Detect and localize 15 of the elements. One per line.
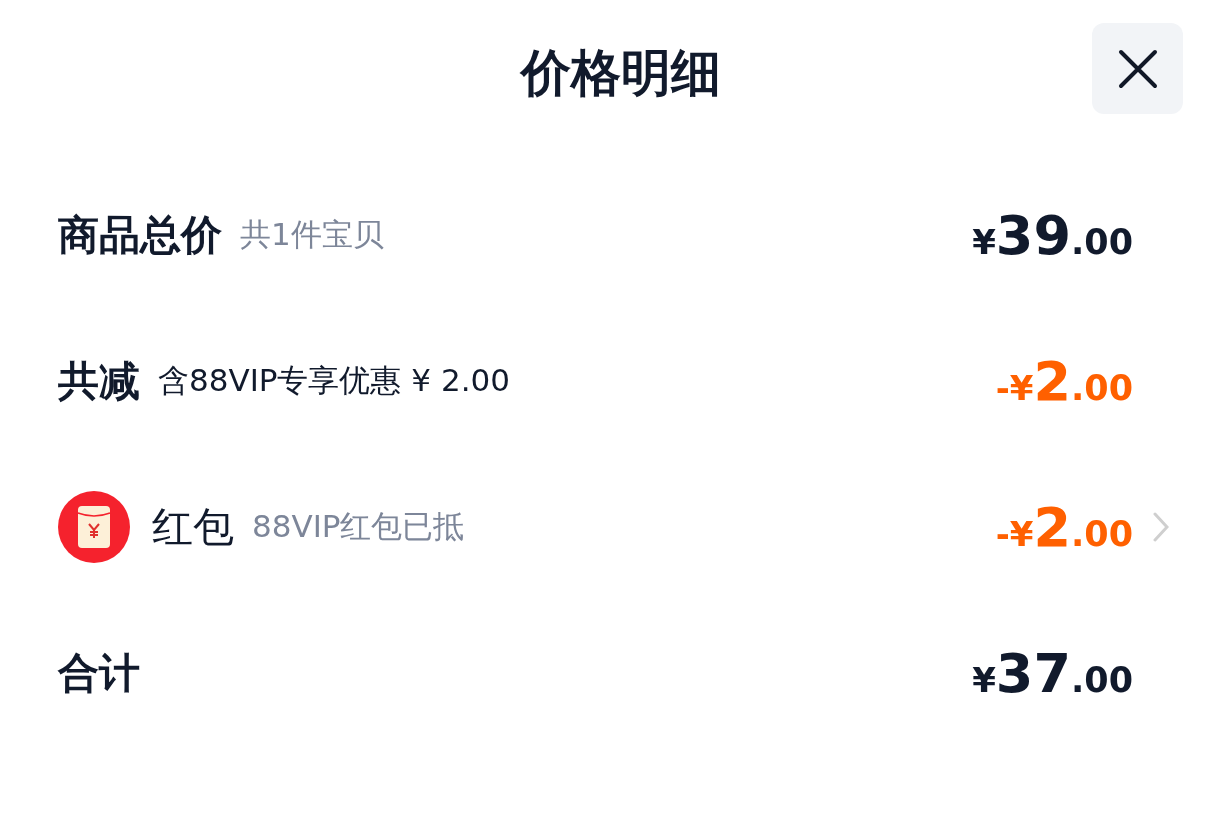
price-amount: ¥37.00 bbox=[972, 641, 1133, 705]
price-amount: ¥39.00 bbox=[972, 203, 1133, 267]
envelope-icon bbox=[58, 491, 130, 563]
price-amount: -¥2.00 bbox=[995, 495, 1133, 559]
row-note: 共1件宝贝 bbox=[240, 215, 384, 254]
close-button[interactable] bbox=[1092, 23, 1183, 114]
row-label: 商品总价 bbox=[58, 209, 222, 261]
row-label: 共减 bbox=[58, 355, 140, 407]
row-note: 88VIP红包已抵 bbox=[252, 507, 465, 546]
row-note: 含88VIP专享优惠 ¥ 2.00 bbox=[158, 361, 510, 400]
close-icon bbox=[1117, 48, 1158, 89]
sheet-title: 价格明细 bbox=[520, 46, 721, 104]
row-label: 合计 bbox=[58, 647, 140, 699]
row-label: 红包 bbox=[152, 501, 234, 553]
price-amount: -¥2.00 bbox=[995, 349, 1133, 413]
